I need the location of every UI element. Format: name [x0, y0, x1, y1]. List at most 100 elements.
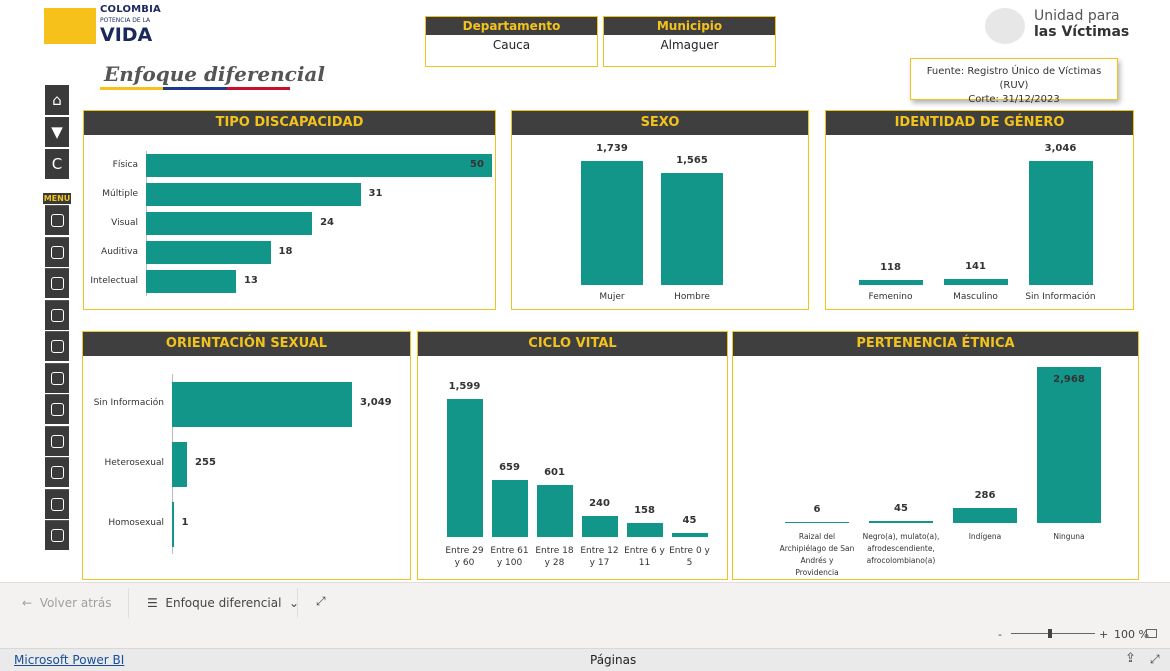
panel-orientacion-sexual: ORIENTACIÓN SEXUAL Sin Información 3,049 H…: [82, 331, 411, 580]
category-label-line: Entre 0 y: [669, 546, 710, 556]
bar: [869, 520, 933, 523]
data-label: 255: [195, 457, 216, 468]
home-button[interactable]: ⌂: [45, 85, 69, 115]
agency-name-line-1: Unidad para: [1034, 8, 1120, 24]
bar: [146, 183, 361, 206]
category-label-line: Andrés y: [800, 556, 834, 565]
bar: [172, 501, 174, 547]
bar: [172, 441, 188, 487]
menu-label: MENU: [43, 193, 71, 204]
category-label-line: Sin Información: [1025, 292, 1096, 302]
category-label: Indígena: [943, 531, 1027, 543]
expand-button[interactable]: ⤢: [316, 594, 326, 609]
fit-to-page-icon[interactable]: [1146, 629, 1157, 638]
data-label: 24: [320, 216, 334, 228]
bar: [536, 485, 573, 537]
family-menu-button[interactable]: [45, 299, 69, 330]
bar: [1037, 367, 1101, 523]
category-label-line: Indígena: [968, 532, 1002, 541]
bar: [146, 270, 236, 293]
category-label: Auditiva: [101, 246, 138, 257]
departamento-filter[interactable]: Departamento Cauca: [425, 16, 598, 67]
departamento-label: Departamento: [426, 17, 597, 35]
page-selector[interactable]: ☰ Enfoque diferencial ⌄: [147, 596, 299, 610]
population-menu-button[interactable]: [45, 425, 69, 456]
share-icon[interactable]: ⇪: [1125, 651, 1136, 666]
pages-button[interactable]: Páginas: [590, 653, 636, 667]
table-icon: [50, 497, 64, 511]
panel-title: ORIENTACIÓN SEXUAL: [83, 332, 410, 356]
brand-line-1: COLOMBIA: [100, 4, 161, 15]
add-document-menu-button[interactable]: [45, 520, 69, 550]
power-bi-link[interactable]: Microsoft Power BI: [14, 653, 124, 667]
bar: [146, 154, 492, 177]
bar: [581, 516, 618, 537]
panel-title: IDENTIDAD DE GÉNERO: [826, 111, 1133, 135]
status-bar: [0, 648, 1170, 671]
table-menu-button[interactable]: [45, 488, 69, 519]
departamento-value[interactable]: Cauca: [426, 35, 597, 55]
zoom-minus-button[interactable]: -: [998, 628, 1002, 641]
zoom-slider-handle[interactable]: [1048, 629, 1052, 638]
data-label: 2,968: [1053, 374, 1085, 385]
divider: [297, 588, 298, 618]
fullscreen-icon[interactable]: ⤢: [1150, 652, 1160, 667]
data-label: 3,046: [1044, 143, 1077, 154]
bar: [671, 533, 708, 537]
bar: [446, 399, 483, 537]
shield-logo-icon: [985, 8, 1025, 44]
people-menu-button[interactable]: [45, 236, 69, 267]
panel-pertenencia-etnica: PERTENENCIA ÉTNICA 6 Raizal del Archipiéla…: [732, 331, 1139, 580]
reset-button[interactable]: C: [45, 149, 69, 179]
zoom-plus-button[interactable]: +: [1099, 628, 1108, 641]
report-icon: [50, 403, 64, 416]
report-menu-button[interactable]: [45, 394, 69, 424]
municipio-label: Municipio: [604, 17, 775, 35]
bar: [146, 241, 271, 264]
map-menu-button[interactable]: [45, 205, 69, 235]
ruv-document-icon: [50, 277, 64, 290]
category-label: Femenino: [849, 291, 933, 303]
page-title: Enfoque diferencial: [104, 62, 325, 86]
bar: [581, 161, 643, 285]
data-label: 50: [470, 158, 484, 170]
panel-tipo-discapacidad: TIPO DISCAPACIDAD Física 50 Múltiple 31 Visu…: [83, 110, 496, 310]
category-label-line: y 60: [454, 558, 475, 568]
category-label: Hombre: [653, 291, 731, 303]
colombia-logo-icon: [44, 8, 96, 44]
back-button[interactable]: ← Volver atrás: [22, 596, 111, 610]
zoom-level: 100 %: [1114, 628, 1149, 641]
home-icon: ⌂: [52, 91, 62, 109]
bar: [661, 173, 723, 285]
accessibility-menu-button[interactable]: [45, 457, 69, 487]
municipio-filter[interactable]: Municipio Almaguer: [603, 16, 776, 67]
category-label-line: y 28: [544, 558, 565, 568]
bar: [785, 521, 849, 523]
bar: [858, 280, 923, 285]
data-label: 118: [880, 262, 901, 274]
municipio-value[interactable]: Almaguer: [604, 35, 775, 55]
category-label-line: afrodescendiente,: [867, 544, 935, 553]
brand-line-2: POTENCIA DE LA: [100, 17, 151, 24]
category-label: Masculino: [934, 291, 1018, 303]
zoom-slider[interactable]: [1011, 633, 1095, 634]
map-icon: [50, 214, 64, 227]
world-map-menu-button[interactable]: [45, 362, 69, 393]
data-label: 45: [682, 515, 697, 527]
data-label: 286: [974, 489, 996, 501]
category-label: Visual: [111, 217, 138, 228]
ruv-document-menu-button[interactable]: [45, 268, 69, 298]
filter-button[interactable]: ▼: [45, 117, 69, 147]
category-label: Negro(a), mulato(a), afrodescendiente, afr…: [859, 531, 943, 567]
data-label: 31: [368, 187, 383, 199]
category-label-line: Entre 6 y: [624, 546, 665, 556]
bar: [491, 480, 528, 537]
bar: [953, 507, 1017, 523]
data-label: 601: [544, 467, 565, 479]
bar-chart-menu-button[interactable]: [45, 331, 69, 361]
agency-name-line-2: las Víctimas: [1034, 24, 1130, 40]
category-label-line: y 17: [589, 558, 610, 568]
bar: [626, 523, 663, 537]
panel-ciclo-vital: CICLO VITAL 1,599 Entre 29 y 60 659 Entre 61…: [417, 331, 728, 580]
category-label: Intelectual: [90, 275, 138, 286]
